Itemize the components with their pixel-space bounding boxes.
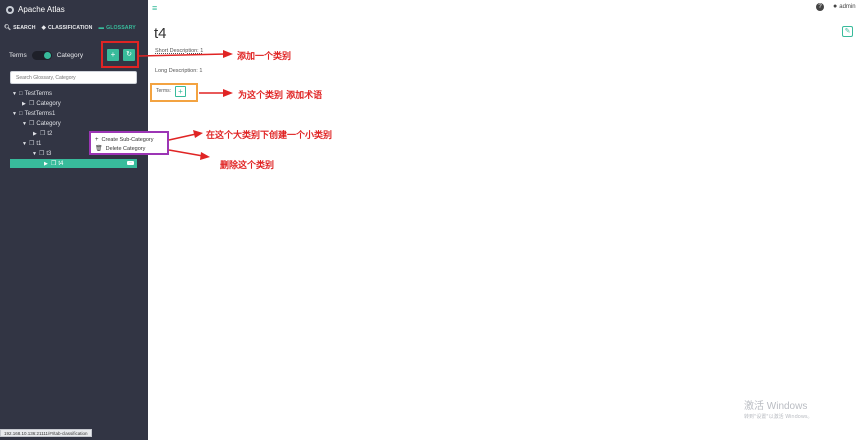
arrow-delete: [168, 149, 204, 157]
page-title: t4: [154, 25, 167, 42]
caret-down-icon[interactable]: ▼: [22, 121, 29, 127]
edit-button[interactable]: ✎: [842, 26, 853, 37]
arrow-create-sub: [168, 133, 197, 141]
brand[interactable]: Apache Atlas: [6, 3, 65, 16]
user-menu[interactable]: ● admin: [833, 3, 856, 10]
tree-node-label: TestTerms: [24, 90, 52, 97]
tab-classification-label: CLASSIFICATION: [47, 25, 93, 31]
add-term-button[interactable]: +: [175, 86, 186, 97]
create-sub-category-item[interactable]: + Create Sub-Category: [95, 135, 163, 144]
status-url: 192.168.10.136:21111/#!/tab-classificati…: [4, 431, 88, 436]
hamburger-menu-icon[interactable]: ≡: [152, 3, 157, 13]
annotation-highlight-box: [101, 41, 139, 68]
tree-node-t4[interactable]: ▶ ❒ t4 ···: [10, 159, 137, 168]
caret-down-icon[interactable]: ▼: [32, 151, 39, 157]
arrow-add-category: [138, 53, 227, 57]
category-icon: ❒: [39, 151, 45, 157]
tree-node-label: t2: [47, 130, 53, 137]
tab-search-label: SEARCH: [13, 25, 36, 31]
caret-down-icon[interactable]: ▼: [12, 111, 19, 117]
sidebar-tabs: 🔍︎ SEARCH ◆ CLASSIFICATION ▬ GLOSSARY: [0, 21, 148, 35]
view-toggle-switch[interactable]: [31, 50, 52, 60]
tab-glossary[interactable]: ▬ GLOSSARY: [95, 25, 138, 31]
tree-node-testterms[interactable]: ▼ □ TestTerms: [12, 89, 52, 98]
pencil-icon: ✎: [844, 28, 851, 35]
windows-activation-watermark: 激活 Windows 转到"设置"以激活 Windows。: [744, 397, 813, 420]
tree-node-label: TestTerms1: [24, 110, 56, 117]
tree-node-testterms1[interactable]: ▼ □ TestTerms1: [12, 109, 55, 118]
glossary-search-input[interactable]: [10, 71, 137, 84]
tree-node-label: t4: [58, 160, 64, 167]
tag-icon: ◆: [41, 25, 46, 31]
app-window: Apache Atlas 🔍︎ SEARCH ◆ CLASSIFICATION …: [0, 0, 863, 440]
user-icon: ●: [833, 3, 838, 10]
top-bar: ≡: [148, 0, 863, 17]
search-icon: 🔍︎: [4, 25, 12, 31]
caret-right-icon[interactable]: ▶: [33, 131, 40, 137]
folder-icon: □: [19, 90, 23, 97]
category-icon: ❒: [29, 141, 35, 147]
annotation-create-sub: 在这个大类别下创建一个小类别: [206, 131, 333, 141]
trash-icon: 🗑︎: [95, 146, 103, 152]
terms-category-toggle: Terms Category: [9, 49, 83, 61]
plus-icon: +: [178, 87, 183, 96]
username: admin: [839, 3, 856, 10]
category-icon: ❒: [40, 131, 46, 137]
atlas-logo-icon: [6, 5, 14, 14]
status-url-bar: 192.168.10.136:21111/#!/tab-classificati…: [0, 429, 92, 437]
toggle-left-label: Terms: [9, 51, 27, 59]
tree-node-label: Category: [36, 100, 61, 107]
annotation-add-category: 添加一个类别: [237, 52, 292, 62]
folder-icon: ▬: [98, 25, 105, 31]
tab-search[interactable]: 🔍︎ SEARCH: [0, 25, 39, 31]
caret-down-icon[interactable]: ▼: [22, 141, 29, 147]
tab-glossary-label: GLOSSARY: [106, 25, 136, 31]
tree-node-label: t3: [46, 150, 52, 157]
tree-node-label: Category: [36, 120, 61, 127]
tree-node-t3[interactable]: ▼ ❒ t3: [32, 149, 51, 158]
tree-node-category[interactable]: ▶ ❒ Category: [22, 99, 61, 108]
toggle-right-label: Category: [56, 51, 84, 59]
terms-label: Terms:: [156, 88, 171, 94]
delete-category-label: Delete Category: [105, 145, 146, 152]
tree-node-t2[interactable]: ▶ ❒ t2: [33, 129, 52, 138]
watermark-title: 激活 Windows: [744, 401, 808, 412]
annotation-delete: 删除这个类别: [220, 161, 275, 171]
tree-node-category[interactable]: ▼ ❒ Category: [22, 119, 61, 128]
tab-classification[interactable]: ◆ CLASSIFICATION: [39, 25, 96, 31]
caret-down-icon[interactable]: ▼: [12, 91, 19, 97]
short-description: Short Description: 1: [155, 48, 204, 54]
caret-right-icon[interactable]: ▶: [44, 161, 51, 167]
help-icon[interactable]: ?: [816, 3, 824, 11]
caret-right-icon[interactable]: ▶: [22, 101, 29, 107]
delete-category-item[interactable]: 🗑︎ Delete Category: [95, 144, 163, 153]
long-description: Long Description: 1: [155, 68, 203, 74]
tree-node-label: t1: [36, 140, 42, 147]
category-icon: ❒: [29, 121, 35, 127]
annotation-add-term: 为这个类别 添加术语: [238, 91, 323, 101]
app-title: Apache Atlas: [18, 5, 65, 14]
folder-icon: □: [19, 110, 23, 117]
tree-node-t1[interactable]: ▼ ❒ t1: [22, 139, 41, 148]
create-sub-category-label: Create Sub-Category: [101, 136, 154, 143]
category-icon: ❒: [51, 161, 57, 167]
watermark-subtitle: 转到"设置"以激活 Windows。: [744, 414, 813, 420]
more-options-icon[interactable]: ···: [127, 161, 134, 165]
category-icon: ❒: [29, 101, 35, 107]
plus-icon: +: [95, 136, 99, 143]
sidebar: Apache Atlas 🔍︎ SEARCH ◆ CLASSIFICATION …: [0, 0, 148, 440]
category-context-menu: + Create Sub-Category 🗑︎ Delete Category: [89, 131, 169, 155]
toggle-knob: [43, 51, 51, 59]
